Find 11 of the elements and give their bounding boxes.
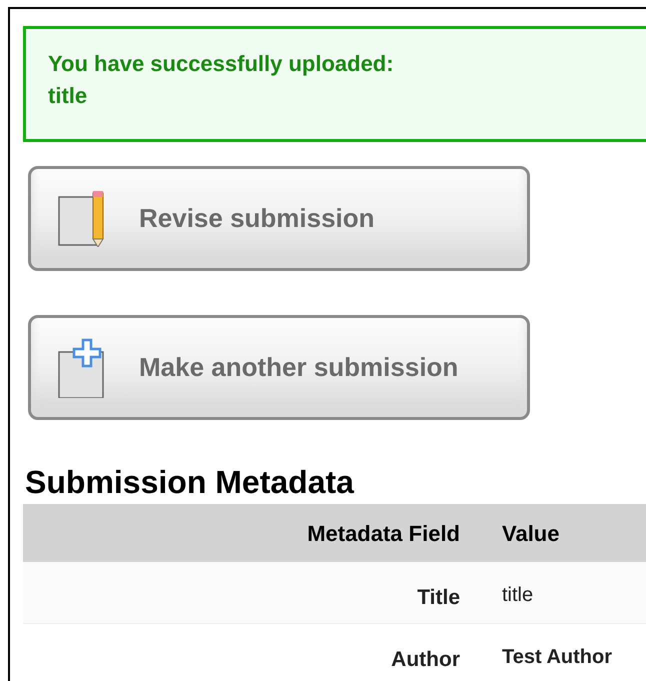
message-text: You have successfully uploaded: bbox=[48, 50, 394, 78]
column-header: Metadata Field bbox=[306, 520, 460, 548]
action-button[interactable]: Revise submission bbox=[28, 166, 530, 271]
column-header: Value bbox=[502, 520, 560, 548]
message-text: title bbox=[48, 82, 88, 110]
table-cell-text: title bbox=[502, 583, 534, 608]
table-cell-text: Author bbox=[390, 647, 460, 673]
table-cell-text: Title bbox=[416, 585, 460, 611]
table-cell-text: Test Author bbox=[502, 645, 612, 670]
section-heading: Submission Metadata bbox=[25, 464, 354, 500]
action-button[interactable]: Make another submission bbox=[28, 315, 530, 420]
